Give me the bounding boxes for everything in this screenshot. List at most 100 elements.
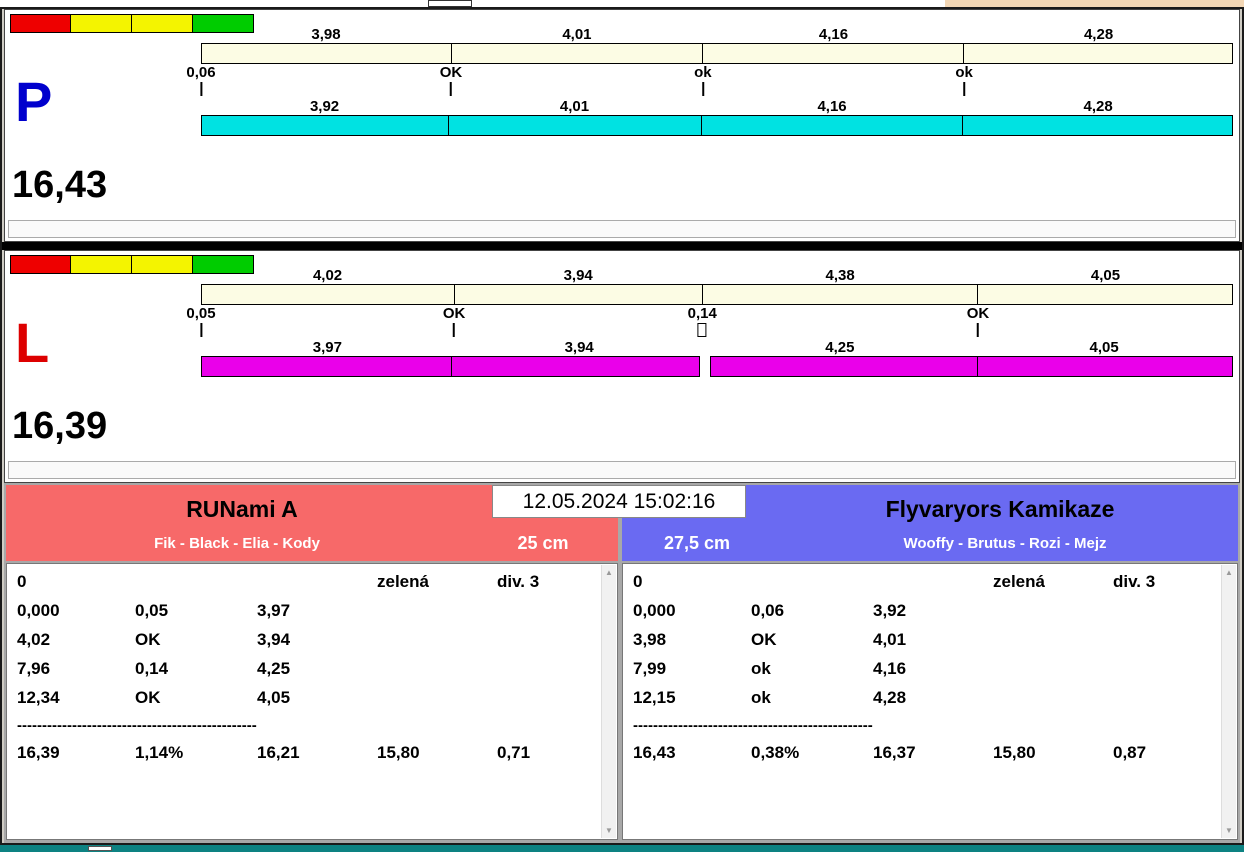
lane-total-time: 16,39 <box>12 405 107 448</box>
crossing-label: ok <box>955 64 973 81</box>
bar-segment <box>710 356 978 377</box>
cell: zelená <box>377 572 497 601</box>
background-window-fragment <box>428 0 472 7</box>
crossing-mark: 0,14 <box>688 305 717 337</box>
traffic-yellow-segment <box>132 14 193 33</box>
cell: 16,43 <box>633 743 751 772</box>
cell: 0,000 <box>17 601 135 630</box>
table-row: 12,15 ok 4,28 <box>633 688 1213 717</box>
bar-segment <box>963 115 1233 136</box>
scroll-up-icon[interactable]: ▲ <box>602 568 616 577</box>
lower-split-bar <box>201 356 1233 377</box>
crossing-mark: OK <box>440 64 463 96</box>
datetime-display: 12.05.2024 15:02:16 <box>492 485 746 518</box>
cell: 4,28 <box>873 688 993 717</box>
cell <box>257 572 377 601</box>
bar-segment <box>201 356 452 377</box>
tick-icon <box>200 82 202 96</box>
upper-bar-labels: 3,98 4,01 4,16 4,28 <box>201 26 1233 43</box>
bar-segment <box>702 44 963 63</box>
cell <box>377 659 497 688</box>
table-row: 0 zelená div. 3 <box>633 572 1213 601</box>
bar-segment <box>202 44 451 63</box>
lane-panel-p: P 3,98 4,01 4,16 4,28 0,06 <box>4 9 1240 242</box>
cell <box>377 688 497 717</box>
lane-total-time: 16,43 <box>12 164 107 207</box>
crossing-label: OK <box>440 64 463 81</box>
split-time: 3,97 <box>201 339 454 356</box>
cell <box>497 659 593 688</box>
traffic-red-segment <box>10 255 71 274</box>
cell: 0,71 <box>497 743 593 772</box>
cell: 3,98 <box>633 630 751 659</box>
crossing-marks: 0,05 OK 0,14 OK <box>201 305 1233 339</box>
cell: 7,96 <box>17 659 135 688</box>
cell: 15,80 <box>377 743 497 772</box>
cell: OK <box>135 630 257 659</box>
cell: div. 3 <box>497 572 593 601</box>
scroll-down-icon[interactable]: ▼ <box>602 826 616 835</box>
bar-segment <box>202 285 454 304</box>
crossing-label: ok <box>694 64 712 81</box>
split-time: 4,01 <box>448 98 701 115</box>
scroll-up-icon[interactable]: ▲ <box>1222 568 1236 577</box>
scrollbar[interactable]: ▲ ▼ <box>601 565 616 838</box>
lower-bar-labels: 3,92 4,01 4,16 4,28 <box>201 98 1233 115</box>
traffic-yellow-segment <box>132 255 193 274</box>
cell: 16,21 <box>257 743 377 772</box>
timing-app-frame: P 3,98 4,01 4,16 4,28 0,06 <box>0 7 1244 845</box>
crossing-mark: ok <box>955 64 973 96</box>
split-time: 4,05 <box>978 267 1233 284</box>
results-body: 0 zelená div. 3 0,000 0,06 3,92 <box>623 564 1237 772</box>
cell: 0,05 <box>135 601 257 630</box>
scroll-down-icon[interactable]: ▼ <box>1222 826 1236 835</box>
tick-icon <box>963 82 965 96</box>
cell: 4,25 <box>257 659 377 688</box>
tick-icon <box>698 323 707 337</box>
traffic-red-segment <box>10 14 71 33</box>
cell: 3,94 <box>257 630 377 659</box>
cell <box>1113 601 1213 630</box>
dog-names: Wooffy - Brutus - Rozi - Mejz <box>772 535 1238 552</box>
tick-icon <box>702 82 704 96</box>
lane-letter-p: P <box>15 74 52 130</box>
bar-segment <box>702 115 964 136</box>
upper-split-bar <box>201 43 1233 64</box>
cell: 4,02 <box>17 630 135 659</box>
tick-icon <box>200 323 202 337</box>
cell <box>497 601 593 630</box>
split-time: 4,28 <box>964 26 1233 43</box>
split-time: 3,98 <box>201 26 451 43</box>
table-row: 0 zelená div. 3 <box>17 572 593 601</box>
cell: 1,14% <box>135 743 257 772</box>
split-time: 3,92 <box>201 98 448 115</box>
bar-segment <box>977 285 1232 304</box>
cell <box>873 572 993 601</box>
crossing-mark: 0,06 <box>186 64 215 96</box>
scrollbar[interactable]: ▲ ▼ <box>1221 565 1236 838</box>
cell: OK <box>135 688 257 717</box>
separator-row: ----------------------------------------… <box>633 717 1213 734</box>
lane-status-strip <box>8 461 1236 479</box>
split-time: 4,25 <box>705 339 976 356</box>
bar-segment <box>452 356 700 377</box>
cell: 4,01 <box>873 630 993 659</box>
cell <box>993 630 1113 659</box>
jump-height: 27,5 cm <box>622 533 772 554</box>
cell: zelená <box>993 572 1113 601</box>
cell: 16,39 <box>17 743 135 772</box>
cell: 0,06 <box>751 601 873 630</box>
timing-bars-l: 4,02 3,94 4,38 4,05 0,05 <box>201 267 1233 377</box>
crossing-mark: 0,05 <box>186 305 215 337</box>
table-row: 4,02 OK 3,94 <box>17 630 593 659</box>
crossing-label: 0,14 <box>688 305 717 322</box>
taskbar-item[interactable] <box>88 846 112 851</box>
bar-segment <box>451 44 703 63</box>
lower-bar-labels: 3,97 3,94 4,25 4,05 <box>201 339 1233 356</box>
split-time: 4,16 <box>703 26 964 43</box>
cell <box>377 601 497 630</box>
cell: 0,87 <box>1113 743 1213 772</box>
table-row: 7,96 0,14 4,25 <box>17 659 593 688</box>
cell <box>751 572 873 601</box>
cell <box>1113 630 1213 659</box>
